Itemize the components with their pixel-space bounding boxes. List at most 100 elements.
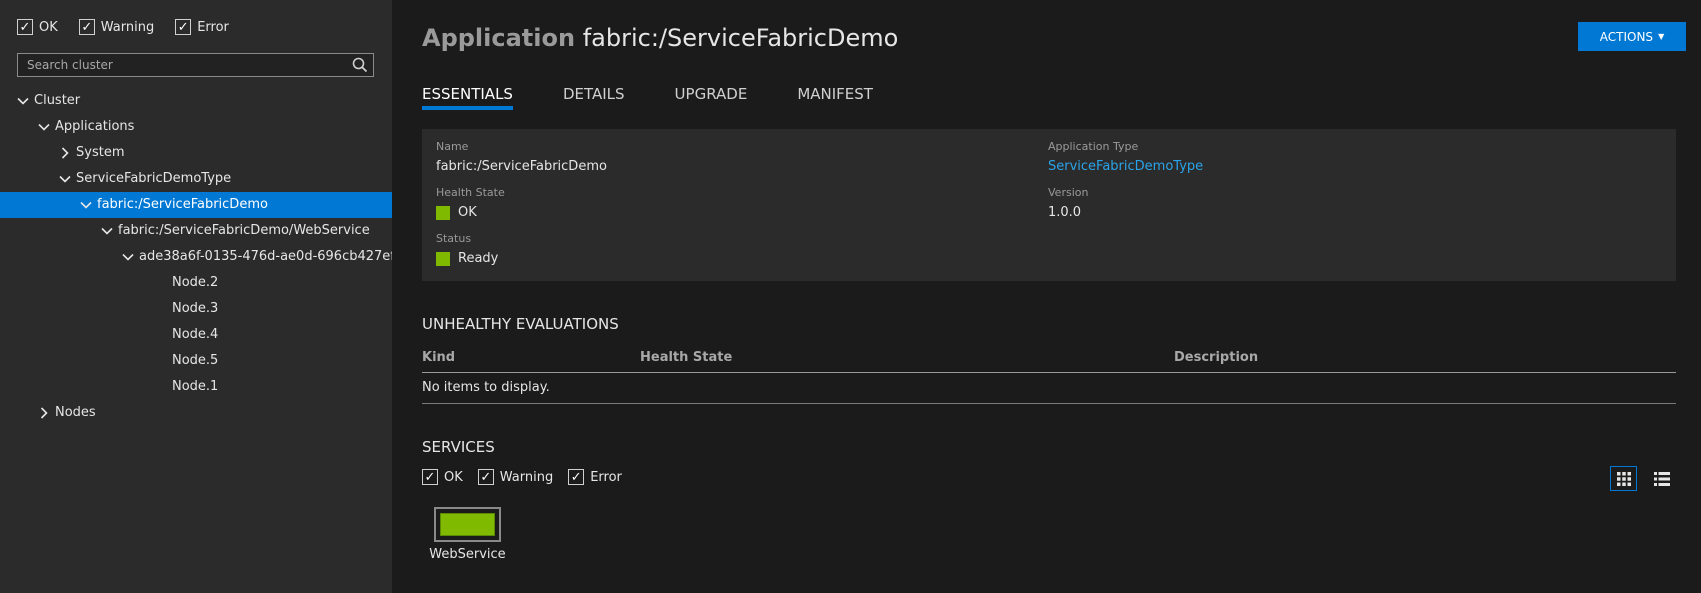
version-value: 1.0.0 — [1048, 205, 1082, 220]
service-tile-label[interactable]: WebService — [423, 547, 512, 562]
table-header: Kind Health State Description — [422, 346, 1676, 373]
tree-item[interactable]: Node.1 — [0, 374, 392, 400]
unhealthy-evaluations-title: UNHEALTHY EVALUATIONS — [422, 315, 619, 333]
tree-item[interactable]: ServiceFabricDemoType — [0, 166, 392, 192]
tree-item[interactable]: ade38a6f-0135-476d-ae0d-696cb427ef... — [0, 244, 392, 270]
tree-item-label: Cluster — [34, 93, 81, 108]
service-tile-webservice[interactable] — [434, 507, 501, 542]
service-health-ok-indicator — [440, 513, 495, 536]
tree-item-label: System — [76, 145, 125, 160]
tree-item[interactable]: Nodes — [0, 400, 392, 426]
tab-details-label: DETAILS — [562, 85, 625, 103]
chevron-down-icon[interactable] — [38, 121, 50, 133]
main-panel: Application fabric:/ServiceFabricDemo AC… — [392, 0, 1701, 593]
empty-message: No items to display. — [422, 380, 550, 395]
tree-item[interactable]: System — [0, 140, 392, 166]
unhealthy-evaluations-table: Kind Health State Description No items t… — [422, 346, 1676, 404]
checkbox-ok[interactable]: ✓ — [17, 19, 33, 35]
status-value-text: Ready — [458, 251, 499, 266]
tab-upgrade-label: UPGRADE — [674, 85, 748, 103]
tree-item-label: ade38a6f-0135-476d-ae0d-696cb427ef... — [139, 249, 392, 264]
services-filter-error[interactable]: ✓ Error — [568, 469, 622, 485]
page-title: Application fabric:/ServiceFabricDemo — [422, 22, 898, 54]
health-field: Health State OK — [436, 186, 505, 222]
caret-down-icon: ▼ — [1658, 32, 1665, 41]
tab-essentials[interactable]: ESSENTIALS — [422, 84, 513, 110]
services-checkbox-ok[interactable]: ✓ — [422, 469, 438, 485]
services-filter-ok[interactable]: ✓ OK — [422, 469, 463, 485]
tree-item[interactable]: Cluster — [0, 88, 392, 114]
tree-item[interactable]: Node.4 — [0, 322, 392, 348]
chevron-down-icon[interactable] — [101, 225, 113, 237]
grid-view-icon — [1616, 471, 1631, 486]
cluster-tree: Cluster Applications System ServiceFabricDe… — [0, 88, 392, 426]
filter-error-label: Error — [197, 19, 229, 35]
tree-item-label: Node.5 — [172, 353, 219, 368]
search-box — [17, 53, 374, 77]
table-row: No items to display. — [422, 373, 1676, 404]
tab-upgrade[interactable]: UPGRADE — [675, 84, 748, 110]
app-type-label: Application Type — [1048, 140, 1139, 153]
filter-error[interactable]: ✓ Error — [175, 19, 229, 35]
tree-item[interactable]: Applications — [0, 114, 392, 140]
tab-essentials-label: ESSENTIALS — [422, 85, 513, 103]
filter-warning[interactable]: ✓ Warning — [78, 19, 154, 35]
name-field: Name fabric:/ServiceFabricDemo — [436, 140, 607, 176]
column-description[interactable]: Description — [1174, 350, 1258, 365]
tab-details[interactable]: DETAILS — [563, 84, 625, 110]
page-title-prefix: Application — [422, 24, 576, 52]
checkbox-warning[interactable]: ✓ — [78, 19, 95, 35]
health-value: OK — [436, 204, 505, 222]
app-type-link[interactable]: ServiceFabricDemoType — [1048, 158, 1203, 176]
filter-ok[interactable]: ✓ OK — [17, 19, 58, 35]
health-ok-icon — [436, 206, 450, 220]
tab-bar: ESSENTIALS DETAILS UPGRADE MANIFEST — [422, 84, 923, 110]
column-health-state[interactable]: Health State — [640, 350, 732, 365]
name-label: Name — [436, 140, 469, 153]
version-field: Version 1.0.0 — [1048, 186, 1088, 222]
chevron-down-icon[interactable] — [80, 199, 92, 211]
services-checkbox-warning[interactable]: ✓ — [477, 469, 494, 485]
status-label: Status — [436, 232, 472, 245]
essentials-panel: Name fabric:/ServiceFabricDemo Health St… — [422, 129, 1676, 281]
tree-item[interactable]: Node.5 — [0, 348, 392, 374]
status-value: Ready — [436, 250, 498, 268]
column-kind[interactable]: Kind — [422, 350, 455, 365]
search-input[interactable] — [18, 54, 373, 76]
tree-item-label: Node.1 — [172, 379, 219, 394]
services-filter-warning[interactable]: ✓ Warning — [477, 469, 554, 485]
list-view-button[interactable] — [1648, 466, 1675, 491]
tree-item-label: fabric:/ServiceFabricDemo — [97, 197, 268, 212]
tree-item[interactable]: Node.3 — [0, 296, 392, 322]
actions-button-label: ACTIONS — [1599, 29, 1654, 44]
tab-manifest[interactable]: MANIFEST — [797, 84, 873, 110]
tree-item[interactable]: fabric:/ServiceFabricDemo/WebService — [0, 218, 392, 244]
services-checkbox-error[interactable]: ✓ — [568, 469, 585, 485]
tree-item-label: Node.4 — [172, 327, 219, 342]
chevron-down-icon[interactable] — [122, 251, 134, 263]
version-label: Version — [1048, 186, 1089, 199]
search-icon[interactable] — [351, 56, 369, 74]
health-label: Health State — [436, 186, 505, 199]
grid-view-button[interactable] — [1610, 466, 1637, 491]
chevron-down-icon[interactable] — [59, 173, 71, 185]
checkbox-error[interactable]: ✓ — [175, 19, 192, 35]
status-field: Status Ready — [436, 232, 498, 268]
tree-item-label: Node.2 — [172, 275, 219, 290]
actions-button[interactable]: ACTIONS ▼ — [1578, 22, 1686, 51]
services-filter-warning-label: Warning — [499, 469, 554, 485]
filter-ok-label: OK — [39, 19, 58, 35]
sidebar: ✓ OK ✓ Warning ✓ Error Cluster Applicatio… — [0, 0, 392, 593]
services-filter-error-label: Error — [590, 469, 622, 485]
chevron-right-icon[interactable] — [38, 407, 50, 419]
status-ready-icon — [436, 252, 450, 266]
app-type-field: Application Type ServiceFabricDemoType — [1048, 140, 1203, 176]
chevron-right-icon[interactable] — [59, 147, 71, 159]
health-value-text: OK — [458, 205, 477, 220]
tree-item-label: Applications — [55, 119, 135, 134]
chevron-down-icon[interactable] — [17, 95, 29, 107]
tree-item[interactable]: fabric:/ServiceFabricDemo — [0, 192, 392, 218]
tree-item[interactable]: Node.2 — [0, 270, 392, 296]
sidebar-health-filters: ✓ OK ✓ Warning ✓ Error — [17, 19, 250, 35]
services-health-filters: ✓ OK ✓ Warning ✓ Error — [422, 469, 637, 485]
